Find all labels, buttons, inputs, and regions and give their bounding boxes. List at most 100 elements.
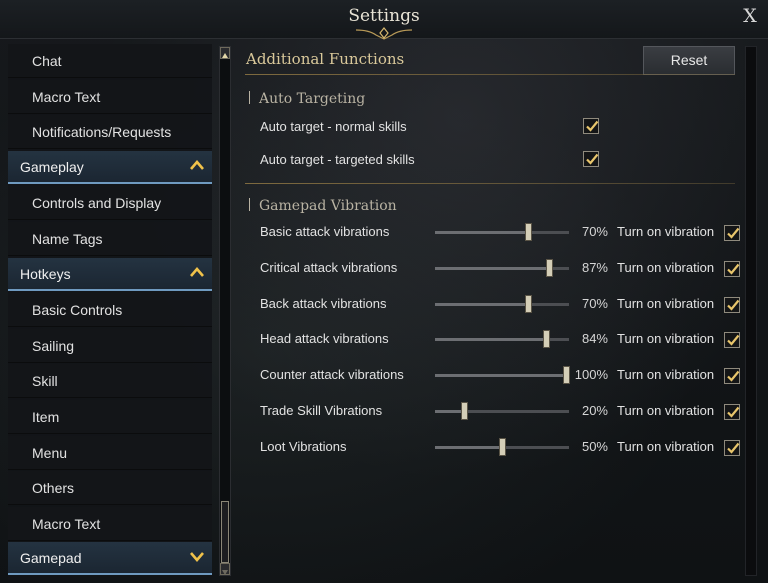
slider-handle[interactable] — [525, 294, 532, 313]
vibration-value: 20% — [581, 403, 608, 418]
sidebar-item-label: Macro Text — [32, 515, 101, 532]
settings-panel: Additional Functions Reset Auto Targetin… — [235, 44, 743, 580]
checkmark-icon — [727, 299, 740, 311]
sidebar-item-macro-text[interactable]: Macro Text — [8, 79, 212, 114]
gamepad-vibration-title: Gamepad Vibration — [259, 198, 397, 214]
vibration-row: Back attack vibrations 70% Turn on vibrati… — [235, 293, 743, 317]
section-title: Additional Functions — [246, 50, 405, 68]
slider-handle[interactable] — [525, 223, 532, 241]
slider-handle[interactable] — [563, 366, 570, 385]
auto-target-checkbox[interactable] — [583, 151, 599, 167]
slider-handle[interactable] — [543, 330, 550, 349]
sidebar-item-label: Chat — [32, 53, 62, 69]
sidebar-item-menu[interactable]: Menu — [8, 435, 212, 470]
vibration-value: 50% — [581, 438, 608, 454]
sidebar-category-label: Gameplay — [20, 158, 84, 175]
vibration-row: Counter attack vibrations 100% Turn on vib… — [235, 364, 743, 388]
vibration-toggle-label: Turn on vibration — [617, 367, 715, 383]
sidebar-item-skill[interactable]: Skill — [8, 364, 212, 399]
sidebar-item-label: Name Tags — [32, 231, 103, 247]
vibration-row: Loot Vibrations 50% Turn on vibration — [235, 436, 743, 460]
checkmark-icon — [727, 442, 740, 454]
sidebar-scrollbar[interactable] — [219, 46, 231, 576]
sidebar-category-gameplay[interactable]: Gameplay — [8, 150, 212, 184]
vibration-toggle-checkbox[interactable] — [724, 225, 740, 241]
sidebar-item-label: Skill — [32, 373, 58, 390]
vibration-row: Critical attack vibrations 87% Turn on vib… — [235, 257, 743, 281]
scroll-down-button[interactable] — [220, 563, 230, 575]
vibration-slider[interactable] — [435, 223, 569, 241]
auto-targeting-header: Auto Targeting — [249, 91, 365, 107]
vibration-slider[interactable] — [435, 366, 570, 385]
sidebar-item-others[interactable]: Others — [8, 471, 212, 506]
sidebar-category-hotkeys[interactable]: Hotkeys — [8, 257, 212, 291]
vibration-slider[interactable] — [435, 330, 569, 349]
sidebar-item-label: Others — [32, 480, 75, 497]
sidebar-item-macro-text[interactable]: Macro Text — [8, 506, 212, 541]
close-button[interactable]: X — [740, 6, 760, 26]
vibration-value: 87% — [581, 259, 608, 275]
settings-sidebar: Chat Macro Text Notifications/Requests Game… — [8, 44, 212, 580]
slider-fill — [435, 374, 563, 378]
chevron-up-icon — [190, 266, 204, 277]
vibration-slider[interactable] — [435, 294, 569, 313]
window-title: Settings — [348, 6, 420, 26]
sidebar-item-sailing[interactable]: Sailing — [8, 328, 212, 363]
checkmark-icon — [727, 335, 740, 347]
slider-fill — [435, 338, 543, 342]
slider-fill — [435, 266, 546, 270]
vibration-slider[interactable] — [435, 402, 569, 420]
checkmark-icon — [727, 370, 740, 382]
triangle-up-icon — [222, 53, 228, 58]
vibration-toggle-checkbox[interactable] — [724, 296, 740, 313]
slider-handle[interactable] — [546, 258, 553, 277]
sidebar-item-item[interactable]: Item — [8, 400, 212, 434]
sidebar-item-basic-controls[interactable]: Basic Controls — [8, 293, 212, 328]
vibration-row: Basic attack vibrations 70% Turn on vibrat… — [235, 221, 743, 245]
vibration-label: Basic attack vibrations — [260, 224, 390, 239]
slider-fill — [435, 231, 525, 234]
auto-target-option-label: Auto target - normal skills — [260, 119, 407, 134]
checkmark-icon — [727, 406, 740, 418]
section-divider — [245, 74, 735, 75]
slider-handle[interactable] — [499, 437, 506, 456]
vibration-toggle-checkbox[interactable] — [724, 368, 740, 385]
vibration-toggle-checkbox[interactable] — [724, 260, 740, 277]
vibration-slider[interactable] — [435, 437, 569, 456]
reset-button[interactable]: Reset — [643, 46, 735, 75]
vibration-row: Head attack vibrations 84% Turn on vibrati… — [235, 328, 743, 352]
sidebar-item-label: Menu — [32, 444, 68, 461]
chevron-down-icon — [190, 552, 204, 563]
checkmark-icon — [586, 120, 599, 132]
vibration-toggle-label: Turn on vibration — [617, 331, 715, 347]
vibration-toggle-label: Turn on vibration — [617, 224, 715, 239]
sidebar-item-controls-and-display[interactable]: Controls and Display — [8, 186, 212, 221]
vibration-value: 70% — [581, 224, 608, 239]
vibration-toggle-label: Turn on vibration — [617, 295, 715, 311]
vibration-toggle-checkbox[interactable] — [724, 404, 740, 420]
scroll-up-button[interactable] — [220, 47, 230, 59]
vibration-value: 70% — [581, 295, 608, 311]
panel-scrollbar[interactable] — [745, 46, 757, 576]
vibration-label: Counter attack vibrations — [260, 367, 404, 383]
sidebar-item-notifications-requests[interactable]: Notifications/Requests — [8, 115, 212, 150]
vibration-label: Trade Skill Vibrations — [260, 403, 383, 418]
sidebar-category-gamepad[interactable]: Gamepad — [8, 542, 212, 576]
vibration-value: 100% — [574, 367, 608, 383]
vibration-toggle-checkbox[interactable] — [724, 332, 740, 349]
slider-fill — [435, 302, 525, 306]
auto-target-checkbox[interactable] — [583, 118, 599, 134]
sidebar-item-name-tags[interactable]: Name Tags — [8, 222, 212, 256]
vibration-toggle-checkbox[interactable] — [724, 439, 740, 456]
slider-handle[interactable] — [461, 402, 468, 420]
vibration-toggle-label: Turn on vibration — [617, 438, 715, 454]
vibration-label: Back attack vibrations — [260, 295, 387, 311]
sidebar-scroll-thumb[interactable] — [221, 501, 229, 563]
vibration-slider[interactable] — [435, 258, 569, 277]
gamepad-vibration-header: Gamepad Vibration — [249, 198, 397, 214]
vibration-label: Head attack vibrations — [260, 331, 389, 347]
vibration-label: Loot Vibrations — [260, 438, 347, 454]
sidebar-category-label: Hotkeys — [20, 265, 71, 282]
sidebar-item-chat[interactable]: Chat — [8, 44, 212, 78]
vibration-value: 84% — [581, 331, 608, 347]
